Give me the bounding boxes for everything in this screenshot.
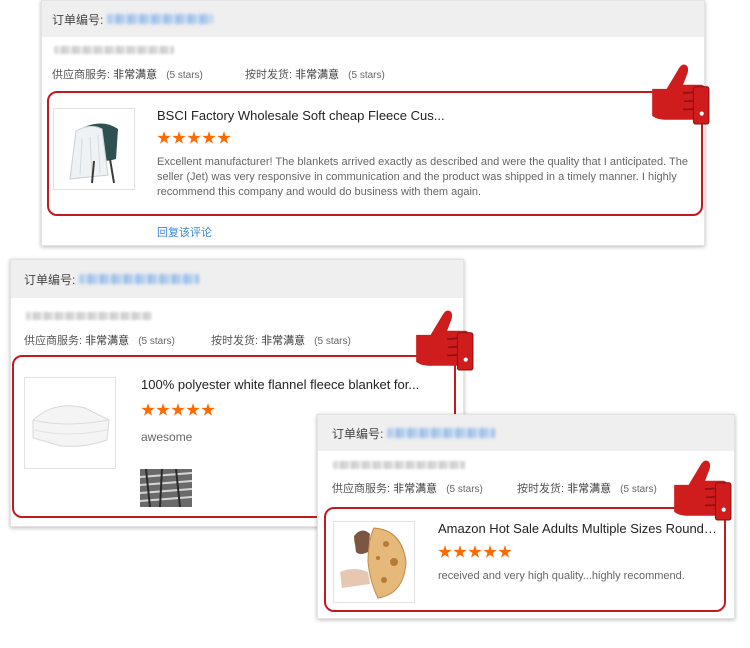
delivery-label: 按时发货: bbox=[516, 483, 565, 495]
delivery-value: 非常满意 bbox=[261, 335, 306, 347]
folded-white-blanket-image bbox=[25, 378, 115, 468]
delivery-value: 非常满意 bbox=[567, 483, 612, 495]
supplier-service-stars: (5 stars) bbox=[166, 70, 203, 81]
review-stars bbox=[157, 131, 231, 145]
star-icon bbox=[453, 545, 467, 558]
buyer-name-redacted bbox=[54, 46, 174, 54]
star-icon bbox=[171, 403, 185, 416]
review-text: awesome bbox=[141, 430, 193, 444]
product-thumbnail[interactable] bbox=[24, 377, 116, 469]
review-text: Excellent manufacturer! The blankets arr… bbox=[157, 156, 688, 198]
star-icon bbox=[498, 545, 512, 558]
buyer-name-redacted bbox=[26, 312, 152, 320]
reply-review-link[interactable]: 回复该评论 bbox=[157, 224, 212, 240]
order-number-redacted bbox=[107, 14, 214, 24]
thumbs-up-icon bbox=[412, 308, 474, 372]
star-icon bbox=[157, 131, 171, 144]
supplier-service-value: 非常满意 bbox=[393, 483, 438, 495]
order-number-label: 订单编号: bbox=[52, 12, 104, 27]
thumbs-up-icon bbox=[670, 458, 732, 522]
delivery-stars: (5 stars) bbox=[314, 336, 351, 347]
blanket-on-chair-image bbox=[54, 109, 134, 189]
patterned-blanket-photo bbox=[140, 469, 192, 507]
order-header: 订单编号: bbox=[318, 415, 734, 451]
product-thumbnail[interactable] bbox=[53, 108, 135, 190]
supplier-service-label: 供应商服务: bbox=[332, 483, 391, 495]
supplier-service-value: 非常满意 bbox=[113, 69, 158, 81]
buyer-name-redacted bbox=[333, 461, 465, 469]
review-stars bbox=[438, 545, 512, 559]
rating-row: 供应商服务: 非常满意 (5 stars) 按时发货: 非常满意 (5 star… bbox=[52, 66, 385, 82]
review-stars bbox=[141, 403, 215, 417]
rating-row: 供应商服务: 非常满意 (5 stars) 按时发货: 非常满意 (5 star… bbox=[24, 332, 351, 348]
supplier-service-value: 非常满意 bbox=[85, 335, 130, 347]
order-number-label: 订单编号: bbox=[332, 426, 384, 441]
woman-in-tortilla-blanket-image bbox=[334, 522, 414, 602]
star-icon bbox=[156, 403, 170, 416]
supplier-service-stars: (5 stars) bbox=[138, 336, 175, 347]
star-icon bbox=[186, 403, 200, 416]
rating-row: 供应商服务: 非常满意 (5 stars) 按时发货: 非常满意 (5 star… bbox=[332, 480, 657, 496]
supplier-service-stars: (5 stars) bbox=[446, 484, 483, 495]
review-text: received and very high quality...highly … bbox=[438, 570, 685, 582]
star-icon bbox=[202, 131, 216, 144]
order-number-redacted bbox=[79, 274, 200, 284]
star-icon bbox=[187, 131, 201, 144]
star-icon bbox=[141, 403, 155, 416]
product-title[interactable]: 100% polyester white flannel fleece blan… bbox=[141, 377, 449, 392]
star-icon bbox=[217, 131, 231, 144]
star-icon bbox=[438, 545, 452, 558]
delivery-label: 按时发货: bbox=[244, 69, 293, 81]
order-header: 订单编号: bbox=[11, 260, 463, 298]
order-header: 订单编号: bbox=[42, 1, 704, 37]
supplier-service-label: 供应商服务: bbox=[24, 335, 83, 347]
delivery-label: 按时发货: bbox=[210, 335, 259, 347]
star-icon bbox=[201, 403, 215, 416]
delivery-stars: (5 stars) bbox=[620, 484, 657, 495]
product-title[interactable]: BSCI Factory Wholesale Soft cheap Fleece… bbox=[157, 108, 447, 123]
order-number-label: 订单编号: bbox=[24, 272, 76, 287]
thumbs-up-icon bbox=[648, 62, 710, 126]
review-photo[interactable] bbox=[140, 469, 192, 507]
delivery-stars: (5 stars) bbox=[348, 70, 385, 81]
supplier-service-label: 供应商服务: bbox=[52, 69, 111, 81]
product-title[interactable]: Amazon Hot Sale Adults Multiple Sizes Ro… bbox=[438, 521, 718, 536]
star-icon bbox=[483, 545, 497, 558]
order-number-redacted bbox=[387, 428, 496, 438]
star-icon bbox=[172, 131, 186, 144]
product-thumbnail[interactable] bbox=[333, 521, 415, 603]
delivery-value: 非常满意 bbox=[295, 69, 340, 81]
star-icon bbox=[468, 545, 482, 558]
